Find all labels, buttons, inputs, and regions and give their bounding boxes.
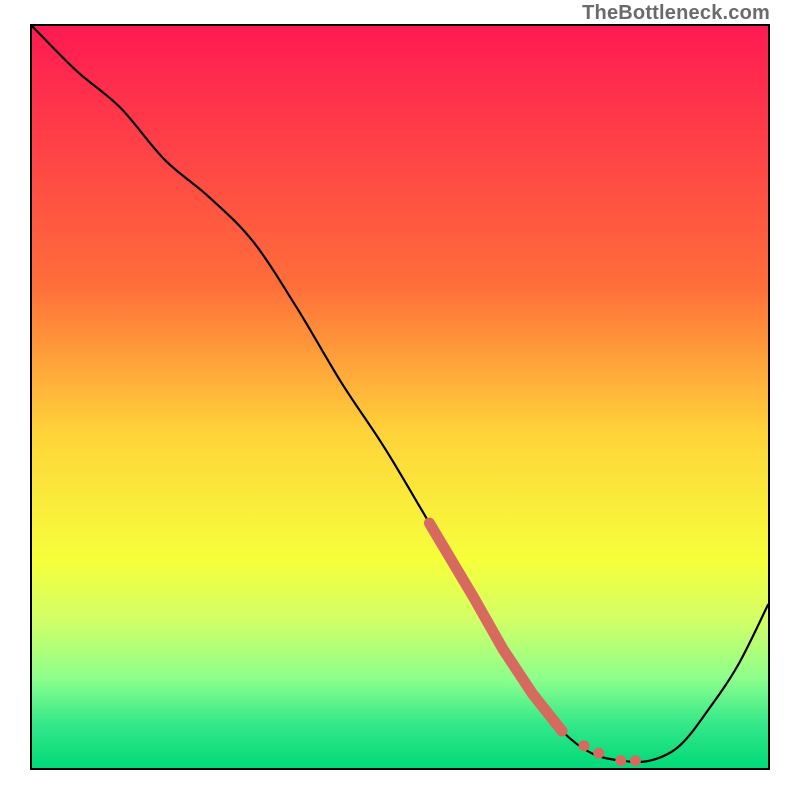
- plot-area: [30, 24, 770, 770]
- watermark-text: TheBottleneck.com: [582, 2, 770, 25]
- highlight-dot: [556, 725, 567, 736]
- highlight-dot: [579, 740, 590, 751]
- highlight-segment: [429, 523, 561, 731]
- curve-layer: [32, 26, 768, 768]
- highlight-dot: [615, 755, 626, 766]
- highlight-dots: [556, 725, 641, 766]
- highlight-dot: [630, 755, 641, 766]
- highlight-dot: [593, 748, 604, 759]
- chart-stage: TheBottleneck.com: [0, 0, 800, 800]
- bottleneck-curve: [32, 26, 768, 762]
